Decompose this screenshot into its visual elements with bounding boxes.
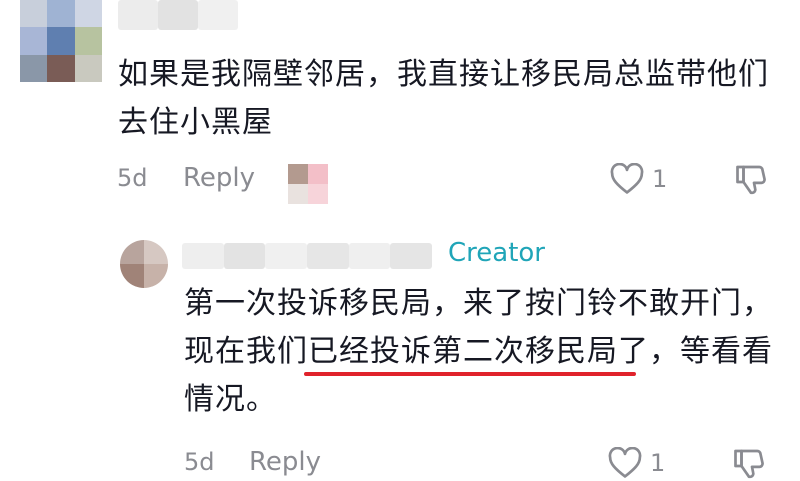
- like-count: 1: [652, 165, 668, 193]
- like-count: 1: [650, 449, 666, 477]
- creator-badge: Creator: [448, 238, 545, 268]
- comment-text-line: 如果是我隔壁邻居，我直接让移民局总监带他们: [118, 57, 769, 92]
- like-button[interactable]: 1: [608, 447, 668, 481]
- reply-text-line: 现在我们已经投诉第二次移民局了，等看看: [184, 328, 784, 376]
- comment-text-line: 去住小黑屋: [118, 105, 273, 140]
- thumbs-down-icon: [734, 449, 764, 479]
- red-underline-annotation: [304, 372, 636, 376]
- highlighted-text: 已经投诉第二次移民局了: [308, 334, 649, 369]
- avatar[interactable]: [120, 240, 168, 288]
- comment-text: 如果是我隔壁邻居，我直接让移民局总监带他们 去住小黑屋: [118, 51, 788, 147]
- dislike-button[interactable]: [733, 161, 769, 197]
- dislike-button[interactable]: [731, 445, 767, 481]
- heart-outline-icon: [608, 447, 642, 478]
- reply-text-line: 情况。: [184, 382, 277, 417]
- like-button[interactable]: 1: [610, 163, 670, 197]
- avatar[interactable]: [20, 0, 102, 82]
- reply-age: 5d: [184, 448, 215, 476]
- reply-text-segment: 现在我们: [184, 334, 308, 369]
- username-blurred[interactable]: [182, 243, 433, 269]
- reply-text: 第一次投诉移民局，来了按门铃不敢开门， 现在我们已经投诉第二次移民局了，等看看 …: [184, 280, 784, 424]
- reply-button[interactable]: Reply: [183, 163, 255, 193]
- thumbs-down-icon: [736, 165, 766, 195]
- reply-button[interactable]: Reply: [249, 447, 321, 477]
- reply-text-line: 第一次投诉移民局，来了按门铃不敢开门，: [184, 286, 773, 321]
- heart-outline-icon: [610, 163, 644, 194]
- reply-text-segment: ，等看看: [649, 334, 773, 369]
- liker-avatar[interactable]: [288, 164, 328, 204]
- comment-age: 5d: [117, 164, 148, 192]
- username-blurred[interactable]: [118, 0, 238, 30]
